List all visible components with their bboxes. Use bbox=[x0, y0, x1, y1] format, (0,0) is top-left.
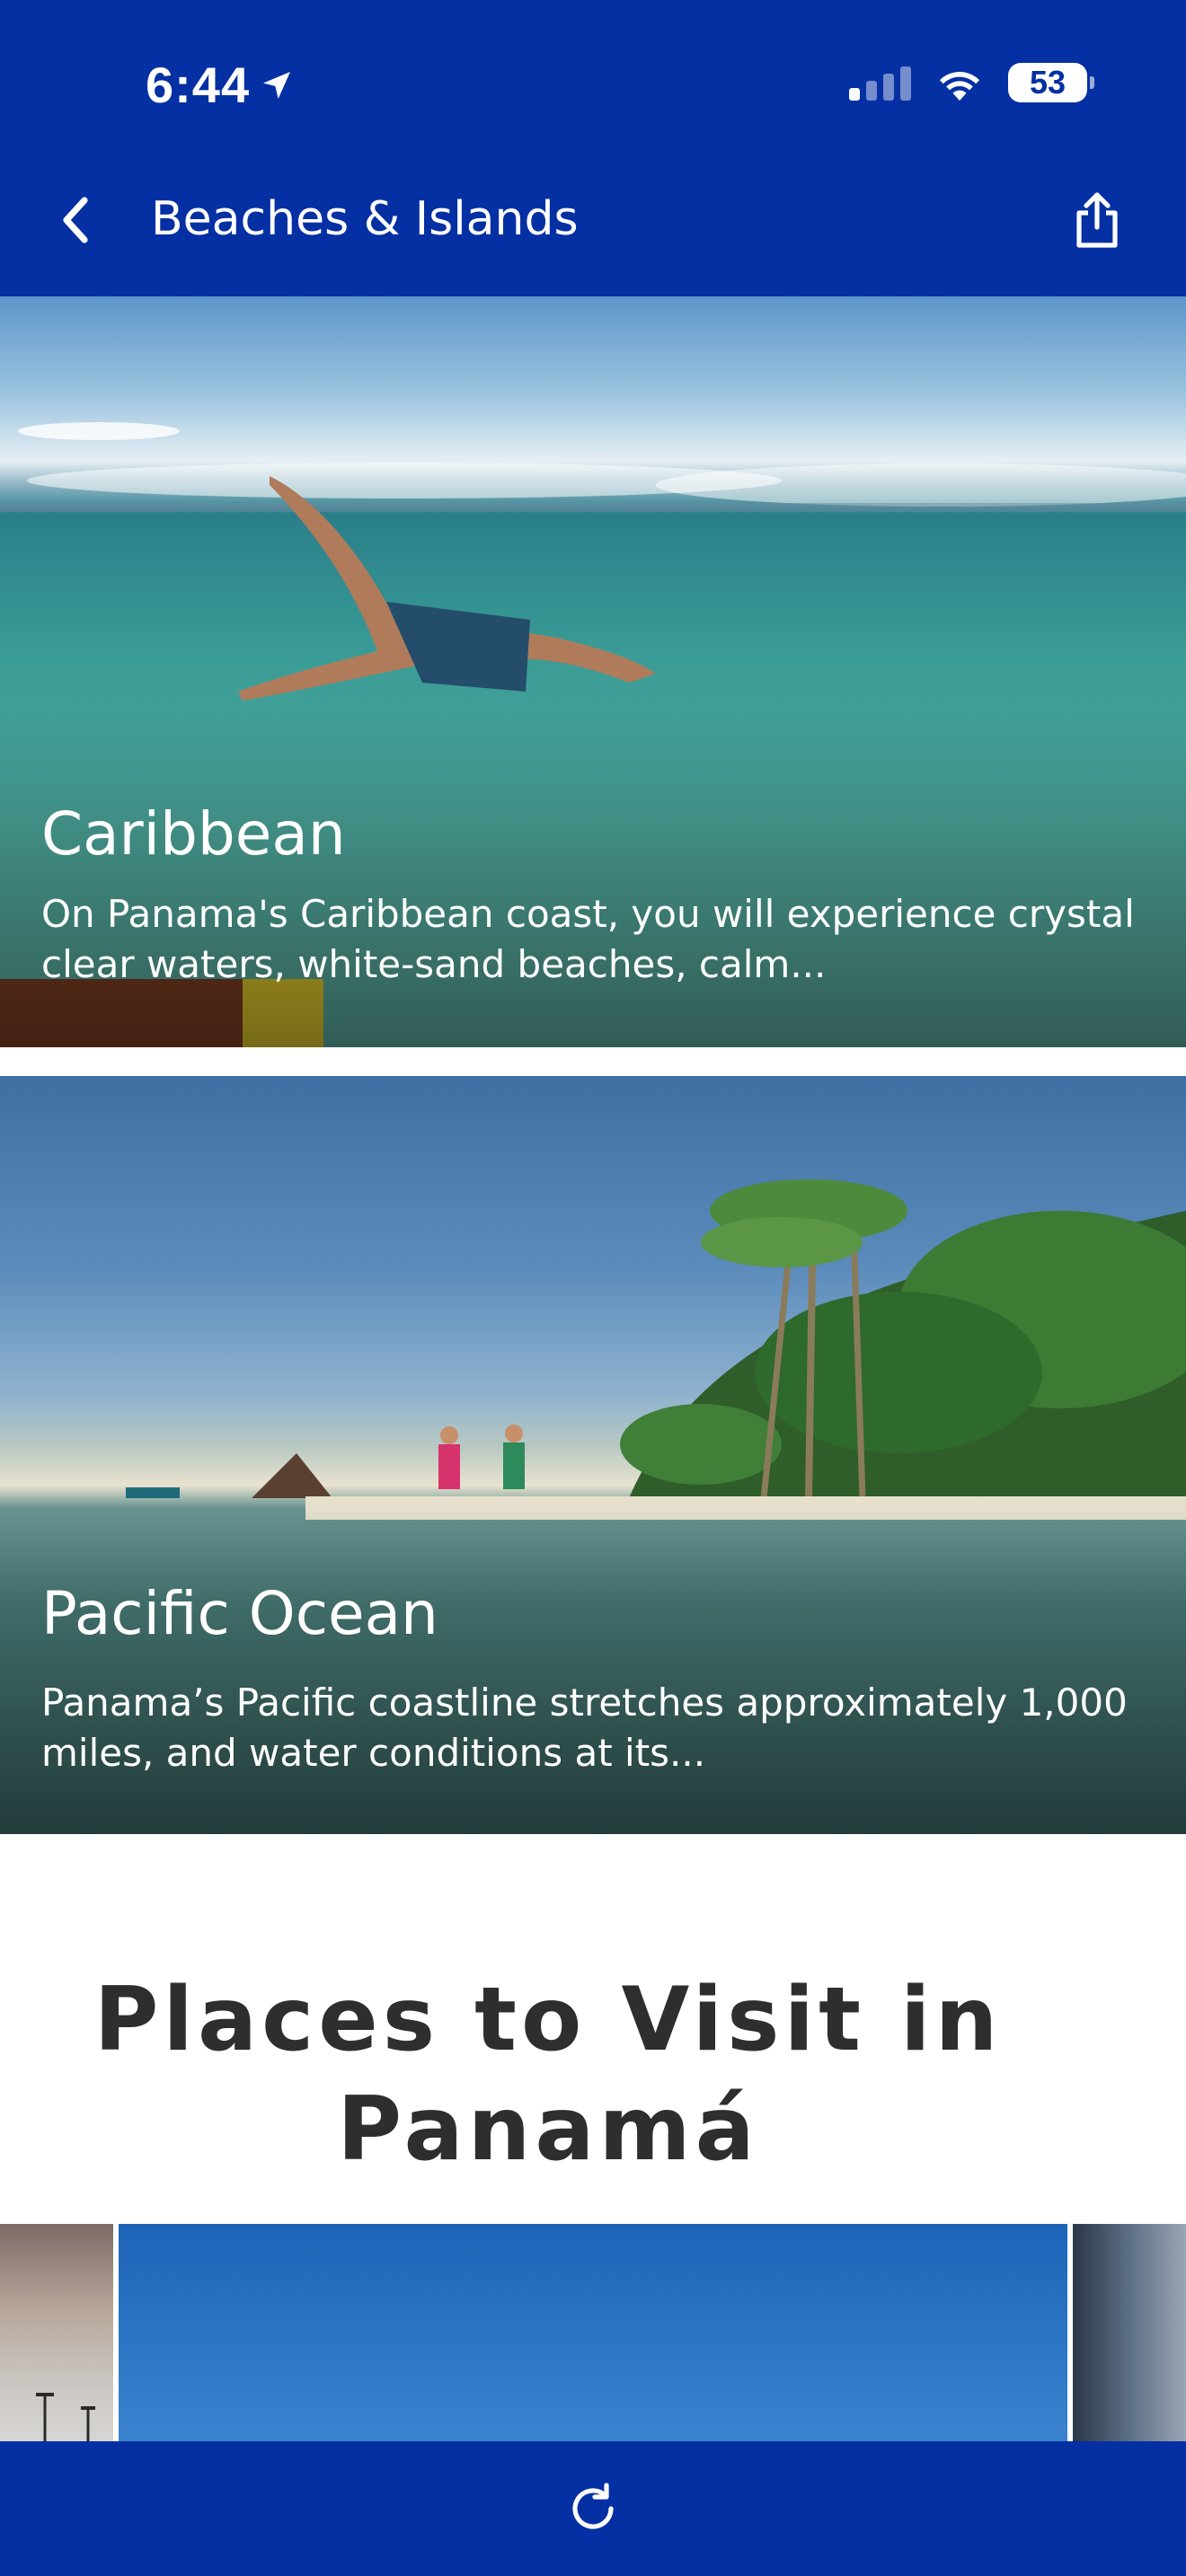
battery-level: 53 bbox=[1029, 64, 1067, 101]
location-arrow-icon bbox=[263, 71, 291, 99]
back-button[interactable] bbox=[52, 189, 97, 251]
refresh-icon bbox=[572, 2483, 614, 2529]
card-shade bbox=[0, 1493, 1186, 1834]
app-header: 6:44 53 Beaches & Islands bbox=[0, 0, 1186, 296]
card-shade bbox=[0, 706, 1186, 1047]
pacific-ocean-card[interactable]: Pacific Ocean Panama’s Pacific coastline… bbox=[0, 1076, 1186, 1834]
places-carousel[interactable] bbox=[0, 2224, 1186, 2441]
status-time-text: 6:44 bbox=[146, 57, 251, 113]
caribbean-card[interactable]: Caribbean On Panama's Caribbean coast, y… bbox=[0, 296, 1186, 1047]
card-description: Panama’s Pacific coastline stretches app… bbox=[41, 1681, 1128, 1775]
refresh-button[interactable] bbox=[557, 2473, 629, 2545]
card-title: Pacific Ocean bbox=[41, 1579, 438, 1648]
carousel-slide-next[interactable] bbox=[1073, 2224, 1186, 2441]
card-title: Caribbean bbox=[41, 799, 346, 869]
carousel-slide-previous[interactable] bbox=[0, 2224, 113, 2441]
lamp-posts-graphic bbox=[36, 2393, 95, 2441]
chevron-left-icon bbox=[63, 197, 88, 243]
carousel-slide-current[interactable] bbox=[119, 2224, 1067, 2441]
page-title: Beaches & Islands bbox=[151, 192, 579, 246]
status-indicators: 53 bbox=[849, 63, 1094, 102]
bottom-toolbar bbox=[0, 2441, 1186, 2576]
wifi-icon bbox=[940, 72, 979, 101]
share-icon bbox=[1076, 192, 1118, 248]
cellular-signal-icon bbox=[849, 65, 911, 101]
battery-indicator: 53 bbox=[1008, 63, 1094, 102]
status-time: 6:44 bbox=[146, 56, 295, 114]
share-button[interactable] bbox=[1067, 187, 1127, 253]
section-title: Places to Visit in Panamá bbox=[93, 1969, 1003, 2181]
card-description: On Panama's Caribbean coast, you will ex… bbox=[41, 892, 1135, 986]
